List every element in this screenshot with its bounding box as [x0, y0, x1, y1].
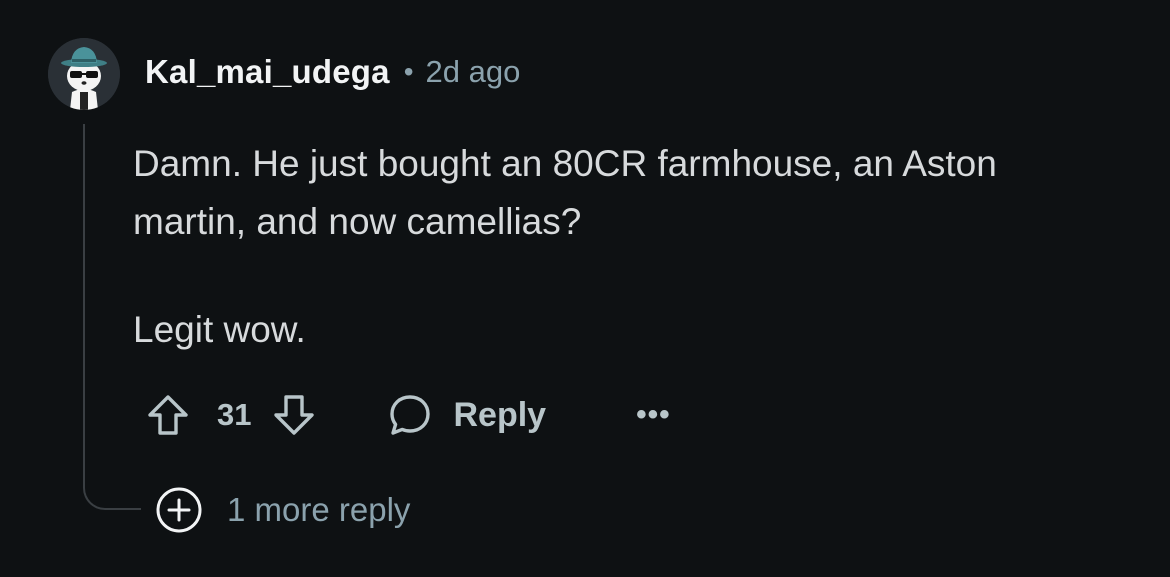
more-replies-button[interactable]: 1 more reply	[155, 487, 410, 533]
ellipsis-icon: •••	[636, 398, 671, 431]
reply-button[interactable]: Reply	[387, 392, 546, 438]
comment-paragraph: Legit wow.	[133, 309, 306, 350]
action-bar: 31 Reply •••	[145, 388, 671, 442]
panda-avatar-icon	[48, 38, 120, 110]
meta-separator: •	[403, 56, 414, 87]
speech-bubble-icon	[390, 395, 431, 435]
plus-circle-icon	[156, 487, 202, 533]
comment-header: Kal_mai_udega • 2d ago	[145, 50, 520, 94]
arrow-down-icon	[274, 395, 315, 435]
comment: Kal_mai_udega • 2d ago Damn. He just bou…	[0, 0, 1170, 577]
upvote-button[interactable]	[145, 392, 191, 438]
downvote-button[interactable]	[271, 392, 317, 438]
author-name[interactable]: Kal_mai_udega	[145, 53, 390, 91]
more-options-button[interactable]: •••	[636, 398, 671, 432]
comment-body: Damn. He just bought an 80CR farmhouse, …	[133, 135, 1113, 359]
comment-paragraph: Damn. He just bought an 80CR farmhouse, …	[133, 143, 997, 242]
avatar[interactable]	[48, 38, 120, 110]
timestamp[interactable]: 2d ago	[426, 54, 521, 90]
arrow-up-icon	[148, 395, 188, 435]
vote-score: 31	[217, 397, 252, 432]
more-replies-label: 1 more reply	[227, 491, 411, 528]
reply-label: Reply	[453, 395, 547, 434]
